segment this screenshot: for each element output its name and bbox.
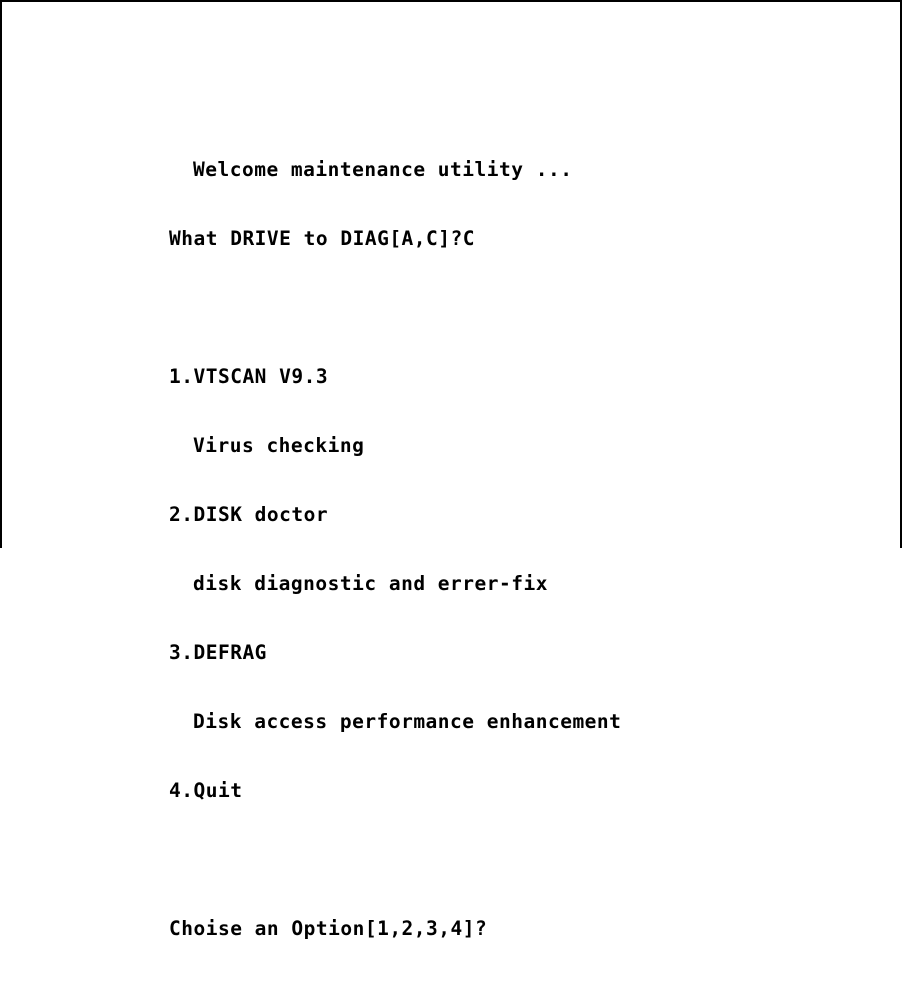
terminal-text: Welcome maintenance utility ... What DRI… (169, 112, 621, 986)
menu-option-2[interactable]: 2.DISK doctor (169, 503, 621, 526)
drive-prompt: What DRIVE to DIAG[A,C]? (169, 227, 463, 250)
menu-option-3-description: Disk access performance enhancement (193, 710, 622, 733)
welcome-line: Welcome maintenance utility ... (193, 158, 573, 181)
menu-option-3[interactable]: 3.DEFRAG (169, 641, 621, 664)
drive-prompt-line[interactable]: What DRIVE to DIAG[A,C]?C (169, 227, 621, 250)
option-prompt[interactable]: Choise an Option[1,2,3,4]? (169, 917, 621, 940)
menu-option-1-description: Virus checking (193, 434, 365, 457)
menu-option-4[interactable]: 4.Quit (169, 779, 621, 802)
menu-option-2-description: disk diagnostic and errer-fix (193, 572, 548, 595)
menu-option-1[interactable]: 1.VTSCAN V9.3 (169, 365, 621, 388)
drive-answer[interactable]: C (463, 227, 475, 250)
dos-screen: Welcome maintenance utility ... What DRI… (0, 0, 902, 940)
